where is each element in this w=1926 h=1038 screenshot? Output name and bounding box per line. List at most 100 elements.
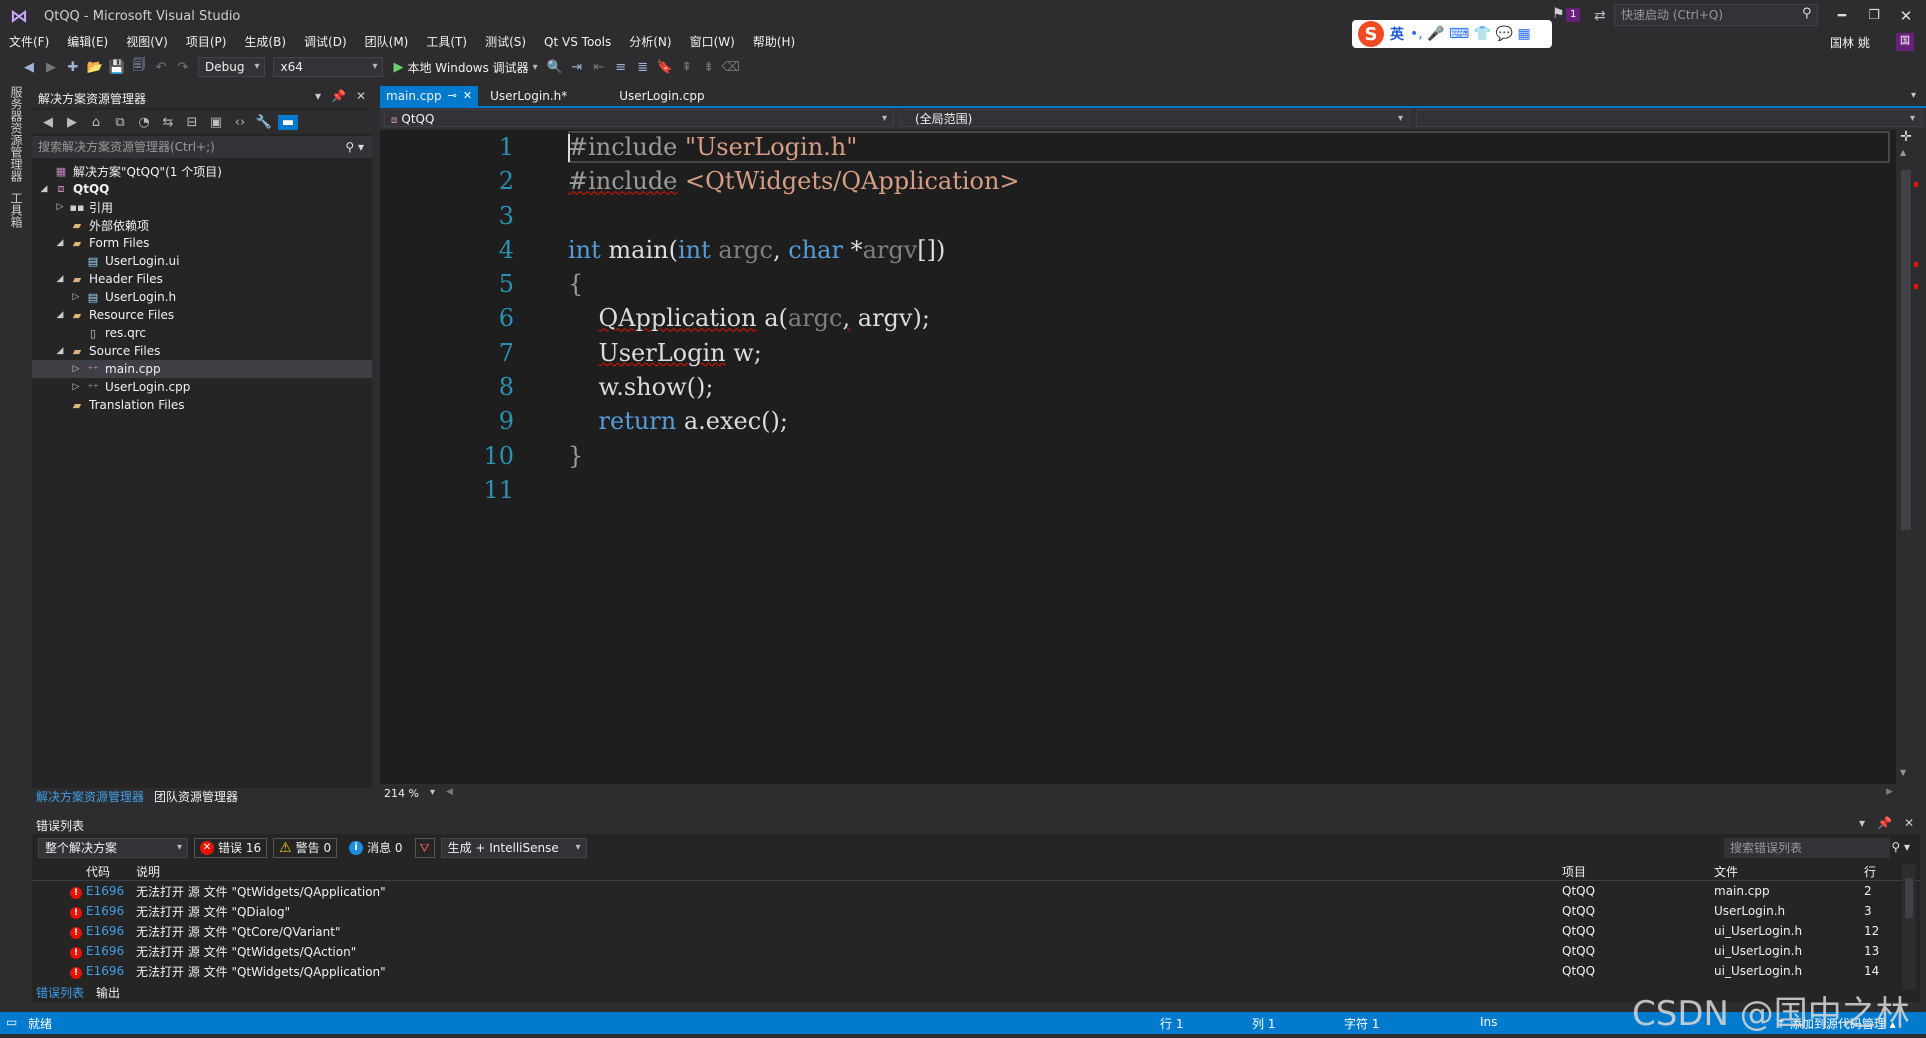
table-row[interactable]: ! E1696 无法打开 源 文件 "QtWidgets/QAction" Qt… [32, 941, 1920, 961]
expanded-arrow-icon[interactable]: ◢ [52, 346, 68, 356]
next-bookmark-icon[interactable]: ⇟ [698, 60, 720, 75]
configuration-select[interactable]: Debug [198, 57, 266, 77]
outdent-icon[interactable]: ⇤ [588, 60, 610, 75]
close-icon[interactable]: ✕ [1904, 816, 1914, 830]
tree-item-userlogin-ui[interactable]: ▤ UserLogin.ui [32, 252, 372, 270]
close-button[interactable]: ✕ [1892, 4, 1920, 28]
collapse-all-icon[interactable]: ⊟ [182, 115, 202, 130]
close-icon[interactable]: ✕ [356, 89, 366, 103]
search-icon[interactable]: ⚲ ▾ [1891, 840, 1910, 854]
filter-icon[interactable]: ⛛ [414, 838, 435, 858]
zoom-level[interactable]: 214 % [384, 787, 419, 800]
save-icon[interactable]: 💾 [106, 60, 128, 75]
code-line-9[interactable]: return a.exec(); [568, 404, 1868, 438]
error-search-input[interactable]: 搜索错误列表 [1724, 838, 1890, 858]
collapsed-arrow-icon[interactable]: ▷ [68, 364, 84, 374]
search-icon[interactable]: ⚲ [1802, 6, 1812, 21]
tree-item-res-qrc[interactable]: ▯ res.qrc [32, 324, 372, 342]
tab-overflow-icon[interactable]: ▾ [1911, 90, 1916, 101]
scope-select[interactable]: 整个解决方案 [38, 838, 188, 858]
project-nav-select[interactable]: ⧈ QtQQ [384, 109, 894, 128]
menu-file[interactable]: 文件(F) [0, 32, 58, 52]
save-all-icon[interactable]: 🗐 [128, 56, 150, 78]
solution-search-input[interactable]: 搜索解决方案资源管理器(Ctrl+;) [32, 136, 372, 158]
tab-output[interactable]: 输出 [96, 984, 120, 1002]
code-text[interactable]: #include "UserLogin.h" #include <QtWidge… [568, 130, 1868, 784]
collapsed-arrow-icon[interactable]: ▷ [68, 382, 84, 392]
code-line-8[interactable]: w.show(); [568, 370, 1868, 404]
view-code-icon[interactable]: ‹› [230, 115, 250, 130]
home-icon[interactable]: ⌂ [86, 115, 106, 130]
pin-icon[interactable]: 📌 [1877, 816, 1892, 830]
column-description[interactable]: 说明 [136, 863, 1562, 880]
toolbox-tab[interactable]: 工具箱 [8, 192, 25, 228]
forward-icon[interactable]: ▶ [40, 60, 62, 75]
table-row[interactable]: ! E1696 无法打开 源 文件 "QDialog" QtQQ UserLog… [32, 901, 1920, 921]
minimize-button[interactable]: ━ [1828, 4, 1856, 28]
tab-team-explorer[interactable]: 团队资源管理器 [154, 788, 238, 806]
avatar[interactable]: 国 [1896, 33, 1914, 51]
split-window-icon[interactable]: ✛ [1898, 130, 1914, 146]
editor-vertical-scrollbar[interactable]: ▲ ▼ [1898, 130, 1914, 784]
tab-solution-explorer[interactable]: 解决方案资源管理器 [36, 788, 144, 806]
collapsed-arrow-icon[interactable]: ▷ [68, 292, 84, 302]
tab-error-list[interactable]: 错误列表 [36, 984, 84, 1002]
tree-item-resource-files[interactable]: ◢ ▰ Resource Files [32, 306, 372, 324]
menu-window[interactable]: 窗口(W) [681, 32, 744, 52]
redo-icon[interactable]: ↷ [172, 60, 194, 75]
ime-lang[interactable]: 英 [1390, 24, 1404, 44]
column-file[interactable]: 文件 [1714, 863, 1864, 880]
warnings-filter-button[interactable]: ⚠ 警告 0 [273, 838, 338, 858]
pin-icon[interactable]: ⊸ [448, 86, 457, 106]
tree-item-userlogin-cpp[interactable]: ▷ ⁺⁺ UserLogin.cpp [32, 378, 372, 396]
tab-userlogin-h[interactable]: UserLogin.h* [484, 86, 573, 106]
ime-tool-icons[interactable]: •, 🎤 ⌨ 👕 💬 ▦ [1410, 26, 1531, 42]
start-debugging-button[interactable]: ▶ 本地 Windows 调试器 ▾ [393, 59, 537, 76]
menu-project[interactable]: 项目(P) [177, 32, 236, 52]
indicator-margin[interactable] [380, 130, 418, 784]
source-select[interactable]: 生成 + IntelliSense [440, 838, 587, 858]
code-line-7[interactable]: UserLogin w; [568, 336, 1868, 370]
tab-main-cpp[interactable]: main.cpp ⊸ ✕ [380, 86, 479, 106]
platform-select[interactable]: x64 [273, 57, 384, 77]
forward-icon[interactable]: ▶ [62, 115, 82, 130]
column-code[interactable]: 代码 [86, 863, 136, 880]
tab-userlogin-cpp[interactable]: UserLogin.cpp [613, 86, 710, 106]
menu-test[interactable]: 测试(S) [476, 32, 535, 52]
collapsed-arrow-icon[interactable]: ▷ [52, 202, 68, 212]
sync-icon[interactable]: ⇆ [158, 115, 178, 130]
restore-button[interactable]: ❐ [1860, 4, 1888, 28]
preview-icon[interactable]: ▬ [278, 114, 298, 130]
member-nav-select[interactable] [1416, 109, 1922, 128]
tree-item-form-files[interactable]: ◢ ▰ Form Files [32, 234, 372, 252]
expanded-arrow-icon[interactable]: ◢ [52, 274, 68, 284]
menu-edit[interactable]: 编辑(E) [58, 32, 117, 52]
back-icon[interactable]: ◀ [38, 115, 58, 130]
user-name[interactable]: 国林 姚 [1830, 34, 1870, 51]
chevron-down-icon[interactable]: ▾ [1859, 816, 1865, 830]
show-all-files-icon[interactable]: ▣ [206, 115, 226, 130]
error-marker[interactable] [1914, 284, 1918, 289]
code-editor[interactable]: 1 2 3 4 5 6 7 8 9 10 11 #include "UserLo… [380, 130, 1896, 784]
expanded-arrow-icon[interactable]: ◢ [52, 310, 68, 320]
pending-changes-icon[interactable]: ◔ [134, 115, 154, 130]
code-line-1[interactable]: #include "UserLogin.h" [568, 130, 1868, 164]
table-row[interactable]: ! E1696 无法打开 源 文件 "QtWidgets/QApplicatio… [32, 961, 1920, 981]
ime-toolbar[interactable]: S 英 •, 🎤 ⌨ 👕 💬 ▦ [1352, 20, 1552, 48]
scrollbar-thumb[interactable] [1905, 878, 1913, 918]
menu-team[interactable]: 团队(M) [356, 32, 418, 52]
expanded-arrow-icon[interactable]: ◢ [36, 184, 52, 194]
scroll-up-icon[interactable]: ▲ [1900, 148, 1906, 157]
tree-item-userlogin-h[interactable]: ▷ ▤ UserLogin.h [32, 288, 372, 306]
tree-item-external-deps[interactable]: ▰ 外部依赖项 [32, 216, 372, 234]
code-line-6[interactable]: QApplication a(argc, argv); [568, 301, 1868, 335]
new-project-icon[interactable]: ✚ [62, 60, 84, 75]
find-in-files-icon[interactable]: 🔍 [544, 60, 566, 75]
feedback-icon[interactable]: ⇄ [1594, 8, 1606, 24]
notification-flag-icon[interactable]: ⚑ [1552, 6, 1565, 22]
menu-view[interactable]: 视图(V) [117, 32, 177, 52]
code-line-4[interactable]: int main(int argc, char *argv[]) [568, 233, 1868, 267]
close-icon[interactable]: ✕ [463, 86, 472, 106]
tree-item-header-files[interactable]: ◢ ▰ Header Files [32, 270, 372, 288]
indent-icon[interactable]: ⇥ [566, 60, 588, 75]
